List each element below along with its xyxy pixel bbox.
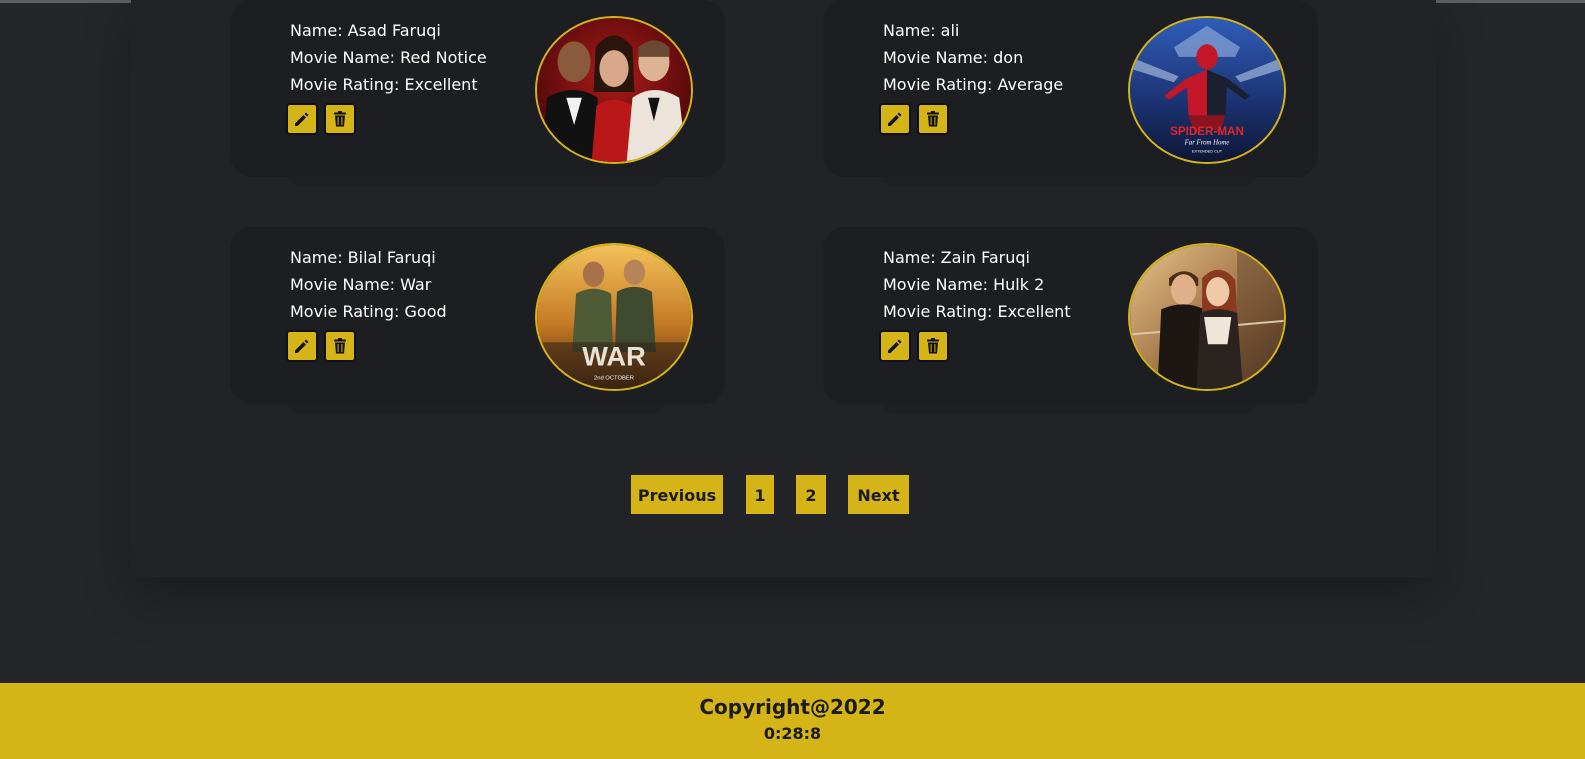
clock-text: 0:28:8: [763, 724, 822, 743]
titanic-poster-image: [1130, 245, 1284, 389]
card-actions: [879, 330, 949, 362]
card-actions: [286, 103, 356, 135]
movie-poster: SPIDER-MAN Far From Home EXTENDED CUT: [1128, 16, 1286, 164]
card-actions: [286, 330, 356, 362]
movie-name: Movie Name: don: [883, 48, 1024, 67]
trash-icon: [334, 111, 346, 127]
movie-rating: Movie Rating: Good: [290, 302, 447, 321]
poster-title: WAR: [582, 341, 646, 372]
movie-card: Name: ali Movie Name: don Movie Rating: …: [823, 0, 1318, 187]
copyright-text: Copyright@2022: [699, 695, 886, 719]
page-2-button[interactable]: 2: [795, 474, 827, 515]
movie-card-body: Name: Zain Faruqi Movie Name: Hulk 2 Mov…: [823, 227, 1318, 404]
next-page-button[interactable]: Next: [847, 474, 910, 515]
poster-title: SPIDER-MAN: [1170, 125, 1244, 138]
reviewer-name: Name: Zain Faruqi: [883, 248, 1030, 267]
movie-rating: Movie Rating: Excellent: [290, 75, 478, 94]
previous-page-button[interactable]: Previous: [630, 474, 724, 515]
edit-button[interactable]: [879, 330, 911, 362]
poster-tag: 2nd OCTOBER: [594, 375, 634, 381]
edit-button[interactable]: [286, 103, 318, 135]
movie-card-body: Name: Bilal Faruqi Movie Name: War Movie…: [230, 227, 725, 404]
trash-icon: [334, 338, 346, 354]
movie-poster: [1128, 243, 1286, 391]
movie-rating: Movie Rating: Average: [883, 75, 1064, 94]
movie-card: Name: Bilal Faruqi Movie Name: War Movie…: [230, 227, 725, 414]
movie-card-details: Name: Zain Faruqi Movie Name: Hulk 2 Mov…: [883, 244, 1071, 325]
edit-button[interactable]: [879, 103, 911, 135]
movie-card-body: Name: Asad Faruqi Movie Name: Red Notice…: [230, 0, 725, 177]
page-1-button[interactable]: 1: [745, 474, 775, 515]
movie-card: Name: Asad Faruqi Movie Name: Red Notice…: [230, 0, 725, 187]
footer: Copyright@2022 0:28:8: [0, 683, 1585, 759]
movie-card: Name: Zain Faruqi Movie Name: Hulk 2 Mov…: [823, 227, 1318, 414]
pencil-icon: [295, 339, 309, 353]
movie-name: Movie Name: War: [290, 275, 432, 294]
movie-name: Movie Name: Hulk 2: [883, 275, 1045, 294]
poster-subtitle: Far From Home: [1184, 139, 1230, 146]
war-poster-image: WAR 2nd OCTOBER: [537, 245, 691, 389]
delete-button[interactable]: [917, 330, 949, 362]
delete-button[interactable]: [324, 330, 356, 362]
pencil-icon: [888, 339, 902, 353]
movie-name: Movie Name: Red Notice: [290, 48, 487, 67]
pagination: Previous 1 2 Next: [0, 474, 1585, 515]
movie-poster: WAR 2nd OCTOBER: [535, 243, 693, 391]
reviewer-name: Name: ali: [883, 21, 960, 40]
movie-card-body: Name: ali Movie Name: don Movie Rating: …: [823, 0, 1318, 177]
reviewer-name: Name: Asad Faruqi: [290, 21, 441, 40]
movie-rating: Movie Rating: Excellent: [883, 302, 1071, 321]
pencil-icon: [295, 112, 309, 126]
movie-card-details: Name: Asad Faruqi Movie Name: Red Notice…: [290, 17, 487, 98]
poster-tag: EXTENDED CUT: [1192, 148, 1223, 153]
movie-poster: [535, 16, 693, 164]
trash-icon: [927, 111, 939, 127]
delete-button[interactable]: [324, 103, 356, 135]
reviewer-name: Name: Bilal Faruqi: [290, 248, 436, 267]
movie-card-details: Name: Bilal Faruqi Movie Name: War Movie…: [290, 244, 447, 325]
red-notice-poster-image: [537, 18, 691, 162]
spider-man-poster-image: SPIDER-MAN Far From Home EXTENDED CUT: [1130, 18, 1284, 162]
movie-card-details: Name: ali Movie Name: don Movie Rating: …: [883, 17, 1063, 98]
trash-icon: [927, 338, 939, 354]
card-actions: [879, 103, 949, 135]
pencil-icon: [888, 112, 902, 126]
edit-button[interactable]: [286, 330, 318, 362]
delete-button[interactable]: [917, 103, 949, 135]
